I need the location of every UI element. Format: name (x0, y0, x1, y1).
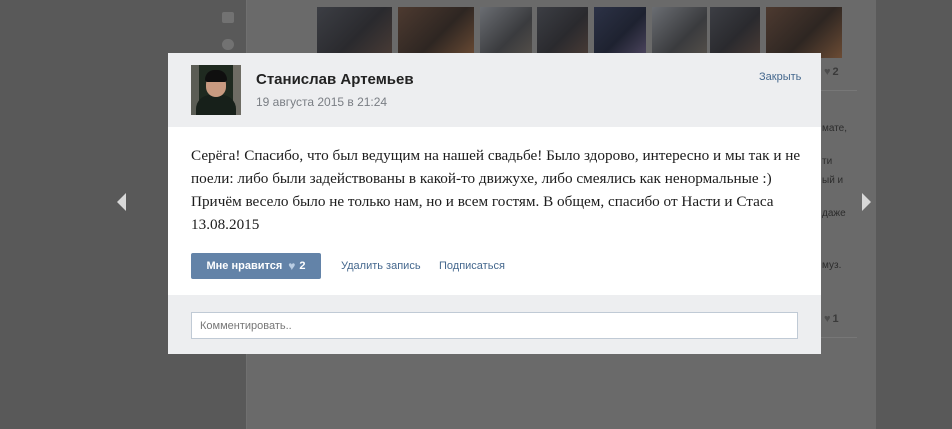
comment-area (168, 295, 821, 354)
background-right-strip (876, 0, 952, 429)
heart-icon: ♥ (288, 259, 296, 273)
background-photo-thumb[interactable] (766, 7, 842, 58)
arrow-left-icon[interactable] (117, 193, 126, 211)
background-post-snippet: муз. (822, 260, 842, 271)
subscribe-link[interactable]: Подписаться (439, 260, 505, 272)
background-photo-thumb[interactable] (398, 7, 474, 58)
heart-icon: ♥ (824, 66, 831, 78)
background-post-snippet: даже (822, 208, 846, 219)
background-comment-icon (222, 12, 234, 23)
post-date[interactable]: 19 августа 2015 в 21:24 (256, 95, 387, 109)
author-name[interactable]: Станислав Артемьев (256, 71, 414, 88)
background-gear-icon (222, 39, 234, 50)
like-button-label: Мне нравится (206, 260, 283, 272)
delete-post-link[interactable]: Удалить запись (341, 260, 421, 272)
background-photo-thumb[interactable] (317, 7, 392, 58)
background-post-snippet: ый и (822, 175, 844, 186)
background-photo-thumb[interactable] (537, 7, 588, 58)
background-like-count[interactable]: ♥ 2 (824, 66, 839, 78)
background-like-count[interactable]: ♥ 1 (824, 313, 839, 325)
comment-input[interactable] (191, 312, 798, 339)
background-post-snippet: мате, (822, 123, 848, 134)
avatar[interactable] (191, 65, 241, 115)
close-button[interactable]: Закрыть (759, 71, 801, 83)
post-text: Серёга! Спасибо, что был ведущим на наше… (191, 147, 801, 233)
heart-icon: ♥ (824, 313, 831, 325)
background-photo-thumb[interactable] (594, 7, 646, 58)
post-header: Станислав Артемьев 19 августа 2015 в 21:… (168, 53, 821, 127)
background-photo-thumb[interactable] (480, 7, 532, 58)
background-divider-line (821, 90, 857, 91)
background-divider-line (821, 337, 857, 338)
post-modal: Станислав Артемьев 19 августа 2015 в 21:… (168, 53, 821, 354)
like-button[interactable]: Мне нравится ♥ 2 (191, 253, 321, 279)
background-photo-thumb[interactable] (710, 7, 760, 58)
background-photo-thumb[interactable] (652, 7, 707, 58)
arrow-right-icon[interactable] (862, 193, 871, 211)
background-post-snippet: ти (822, 156, 833, 167)
like-count: 2 (299, 260, 306, 272)
